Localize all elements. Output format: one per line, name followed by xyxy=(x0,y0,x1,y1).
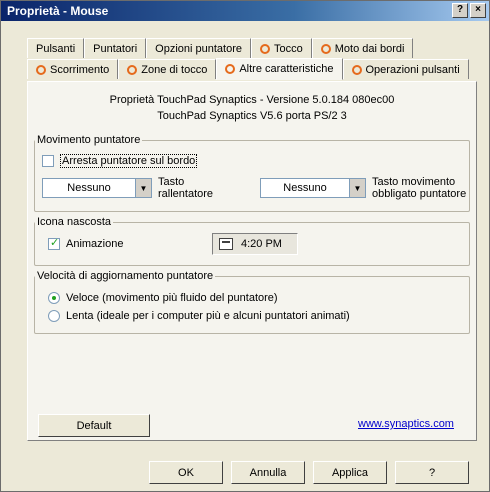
tab-opzioni-puntatore[interactable]: Opzioni puntatore xyxy=(146,38,252,58)
arresta-checkbox[interactable] xyxy=(42,155,54,167)
label-line: obbligato puntatore xyxy=(372,188,467,200)
help-title-button[interactable]: ? xyxy=(452,3,468,18)
apply-button[interactable]: Applica xyxy=(313,461,387,484)
movimento-group: Movimento puntatore xyxy=(34,134,470,212)
cancel-button[interactable]: Annulla xyxy=(231,461,305,484)
rallentatore-select[interactable]: Nessuno ▼ xyxy=(42,178,152,198)
synaptics-link[interactable]: www.synaptics.com xyxy=(358,418,454,430)
help-button[interactable]: ? xyxy=(395,461,469,484)
ok-button[interactable]: OK xyxy=(149,461,223,484)
tab-label: Opzioni puntatore xyxy=(155,42,243,55)
close-title-button[interactable]: × xyxy=(470,3,486,18)
veloce-label: Veloce (movimento più fluido del puntato… xyxy=(66,292,278,304)
tab-label: Zone di tocco xyxy=(141,63,208,76)
dialog-buttons: OK Annulla Applica ? xyxy=(1,456,489,491)
tab-label: Operazioni pulsanti xyxy=(365,63,460,76)
label-line: rallentatore xyxy=(158,188,214,200)
tabs-row-2: Scorrimento Zone di tocco Altre caratter… xyxy=(27,58,469,81)
tab-label: Tocco xyxy=(274,42,303,55)
movimento-obbligato-label: Tasto movimento obbligato puntatore xyxy=(372,176,466,200)
synaptics-icon xyxy=(351,64,362,75)
animazione-row[interactable]: Animazione xyxy=(48,236,124,250)
version-line-1: Proprietà TouchPad Synaptics - Versione … xyxy=(109,94,395,106)
tab-label: Pulsanti xyxy=(36,42,76,55)
synaptics-icon xyxy=(36,64,46,75)
lenta-radio[interactable] xyxy=(48,310,60,322)
tab-label: Moto dai bordi xyxy=(334,42,405,55)
velocita-legend: Velocità di aggiornamento puntatore xyxy=(37,270,214,282)
lenta-row[interactable]: Lenta (ideale per i computer più e alcun… xyxy=(48,310,350,322)
veloce-row[interactable]: Veloce (movimento più fluido del puntato… xyxy=(48,292,278,304)
select-value: Nessuno xyxy=(283,182,327,194)
tab-zone-di-tocco[interactable]: Zone di tocco xyxy=(118,59,217,79)
synaptics-icon xyxy=(320,43,331,54)
tab-label: Puntatori xyxy=(93,42,138,55)
lenta-label: Lenta (ideale per i computer più e alcun… xyxy=(66,310,350,322)
tab-moto-dai-bordi[interactable]: Moto dai bordi xyxy=(311,38,414,58)
animazione-checkbox[interactable] xyxy=(48,236,60,250)
mouse-properties-window: Proprietà - Mouse ? × Pulsanti Puntatori… xyxy=(0,0,490,492)
tab-operazioni-pulsanti[interactable]: Operazioni pulsanti xyxy=(342,59,469,79)
synaptics-icon xyxy=(225,64,236,74)
label-line: Tasto movimento xyxy=(372,176,456,188)
icona-legend: Icona nascosta xyxy=(37,216,111,228)
label-line: Tasto xyxy=(158,176,185,188)
tab-label: Scorrimento xyxy=(50,63,110,76)
tab-tocco[interactable]: Tocco xyxy=(251,38,312,58)
tabs-row-1: Pulsanti Puntatori Opzioni puntatore Toc… xyxy=(27,38,414,58)
synaptics-icon xyxy=(127,64,138,75)
movimento-legend: Movimento puntatore xyxy=(37,134,141,146)
rallentatore-label: Tasto rallentatore xyxy=(158,176,213,200)
default-button[interactable]: Default xyxy=(38,414,150,437)
animazione-label: Animazione xyxy=(66,238,124,250)
synaptics-icon xyxy=(260,43,271,54)
dropdown-arrow-icon[interactable]: ▼ xyxy=(135,179,151,197)
time-value: 4:20 PM xyxy=(241,238,282,250)
tab-scorrimento[interactable]: Scorrimento xyxy=(27,59,119,79)
title-bar: Proprietà - Mouse ? × xyxy=(1,1,489,21)
select-value: Nessuno xyxy=(67,182,111,194)
movimento-obbligato-select[interactable]: Nessuno ▼ xyxy=(260,178,366,198)
time-preview: 4:20 PM xyxy=(212,233,298,255)
tab-altre-caratteristiche[interactable]: Altre caratteristiche xyxy=(216,58,343,80)
tab-label: Altre caratteristiche xyxy=(239,63,334,75)
arresta-label: Arresta puntatore sul bordo xyxy=(60,154,198,168)
window-title: Proprietà - Mouse xyxy=(7,4,109,18)
dropdown-arrow-icon[interactable]: ▼ xyxy=(349,179,365,197)
veloce-radio[interactable] xyxy=(48,292,60,304)
taskbar-icon xyxy=(219,238,233,250)
arresta-row[interactable]: Arresta puntatore sul bordo xyxy=(42,154,198,168)
tab-pulsanti[interactable]: Pulsanti xyxy=(27,38,85,58)
tab-puntatori[interactable]: Puntatori xyxy=(84,38,147,58)
version-line-2: TouchPad Synaptics V5.6 porta PS/2 3 xyxy=(157,110,347,122)
tab-panel: Proprietà TouchPad Synaptics - Versione … xyxy=(27,81,477,441)
